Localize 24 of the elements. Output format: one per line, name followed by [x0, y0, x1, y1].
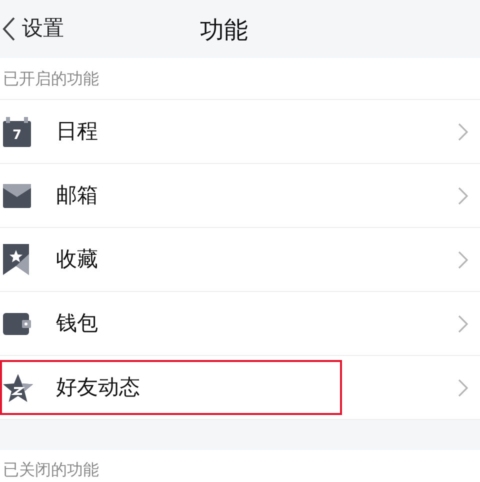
feature-label: 钱包 [56, 310, 98, 337]
back-button[interactable]: 设置 [0, 13, 64, 45]
feature-row[interactable]: 钱包 [0, 292, 480, 356]
feature-label: 邮箱 [56, 182, 98, 209]
bookmark-icon [3, 244, 29, 275]
page-title: 功能 [200, 15, 248, 46]
star-icon [3, 374, 33, 402]
feature-label: 收藏 [56, 246, 98, 273]
feature-label: 日程 [56, 118, 98, 145]
feature-row[interactable]: 7 日程 [0, 100, 480, 164]
chevron-icon [458, 186, 468, 204]
back-icon [2, 16, 16, 42]
chevron-icon [458, 250, 468, 268]
chevron-icon [458, 378, 468, 396]
feature-row[interactable]: 好友动态 [0, 356, 480, 420]
chevron-icon [458, 314, 468, 332]
feature-row[interactable]: 邮箱 [0, 164, 480, 228]
section-label: 已关闭的功能 [2, 459, 100, 481]
envelope-icon [3, 184, 31, 208]
feature-label: 好友动态 [56, 374, 140, 401]
section-label: 已开启的功能 [0, 58, 480, 100]
feature-row[interactable]: 收藏 [0, 228, 480, 292]
chevron-icon [458, 122, 468, 140]
wallet-icon [3, 312, 31, 334]
